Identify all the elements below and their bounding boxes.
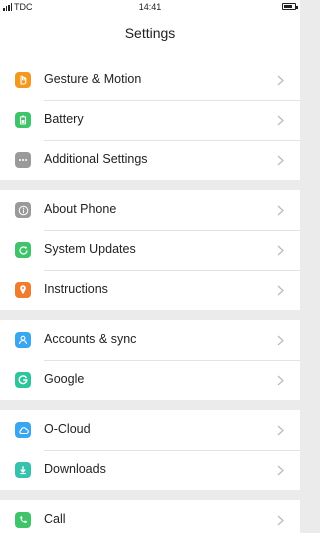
battery-status-icon	[282, 3, 298, 10]
settings-item-system-updates[interactable]: System Updates	[0, 230, 300, 270]
chevron-right-icon	[274, 154, 286, 166]
settings-item-label: Downloads	[44, 462, 106, 476]
chevron-right-icon	[274, 374, 286, 386]
settings-group: Accounts & sync Google	[0, 320, 300, 400]
group-separator	[0, 400, 300, 410]
page-title: Settings	[124, 25, 176, 41]
group-separator	[0, 310, 300, 320]
header: Settings	[0, 14, 300, 60]
more-dots-icon	[15, 152, 31, 168]
settings-item-call[interactable]: Call	[0, 500, 300, 533]
battery-icon	[15, 112, 31, 128]
chevron-right-icon	[274, 334, 286, 346]
chevron-right-icon	[274, 244, 286, 256]
settings-item-accounts-and-sync[interactable]: Accounts & sync	[0, 320, 300, 360]
settings-item-label: Gesture & Motion	[44, 72, 142, 86]
settings-item-label: Accounts & sync	[44, 332, 137, 346]
settings-item-o-cloud[interactable]: O-Cloud	[0, 410, 300, 450]
settings-item-gesture-and-motion[interactable]: Gesture & Motion	[0, 60, 300, 100]
chevron-right-icon	[274, 424, 286, 436]
account-icon	[15, 332, 31, 348]
settings-item-about-phone[interactable]: About Phone	[0, 190, 300, 230]
status-bar: TDC 14:41	[0, 0, 300, 14]
status-time: 14:41	[138, 2, 162, 12]
chevron-right-icon	[274, 204, 286, 216]
gesture-icon	[15, 72, 31, 88]
settings-group: O-Cloud Downloads	[0, 410, 300, 490]
settings-item-label: Additional Settings	[44, 152, 148, 166]
settings-item-google[interactable]: Google	[0, 360, 300, 400]
settings-item-label: Call	[44, 512, 66, 526]
chevron-right-icon	[274, 464, 286, 476]
chevron-right-icon	[274, 114, 286, 126]
phone-icon	[15, 512, 31, 528]
chevron-right-icon	[274, 284, 286, 296]
chevron-right-icon	[274, 74, 286, 86]
settings-list: Gesture & Motion Battery Additional Settin…	[0, 60, 300, 533]
info-icon	[15, 202, 31, 218]
cloud-icon	[15, 422, 31, 438]
settings-item-label: Instructions	[44, 282, 108, 296]
group-separator	[0, 180, 300, 190]
settings-group: Call	[0, 500, 300, 533]
settings-item-battery[interactable]: Battery	[0, 100, 300, 140]
settings-item-label: O-Cloud	[44, 422, 91, 436]
settings-group: About Phone System Updates Instructions	[0, 190, 300, 310]
google-icon	[15, 372, 31, 388]
settings-item-additional-settings[interactable]: Additional Settings	[0, 140, 300, 180]
settings-item-instructions[interactable]: Instructions	[0, 270, 300, 310]
settings-item-label: System Updates	[44, 242, 136, 256]
settings-item-label: Google	[44, 372, 85, 386]
chevron-right-icon	[274, 514, 286, 526]
instructions-icon	[15, 282, 31, 298]
settings-group: Gesture & Motion Battery Additional Settin…	[0, 60, 300, 180]
settings-item-downloads[interactable]: Downloads	[0, 450, 300, 490]
settings-item-label: About Phone	[44, 202, 117, 216]
update-icon	[15, 242, 31, 258]
group-separator	[0, 490, 300, 500]
settings-item-label: Battery	[44, 112, 84, 126]
download-icon	[15, 462, 31, 478]
